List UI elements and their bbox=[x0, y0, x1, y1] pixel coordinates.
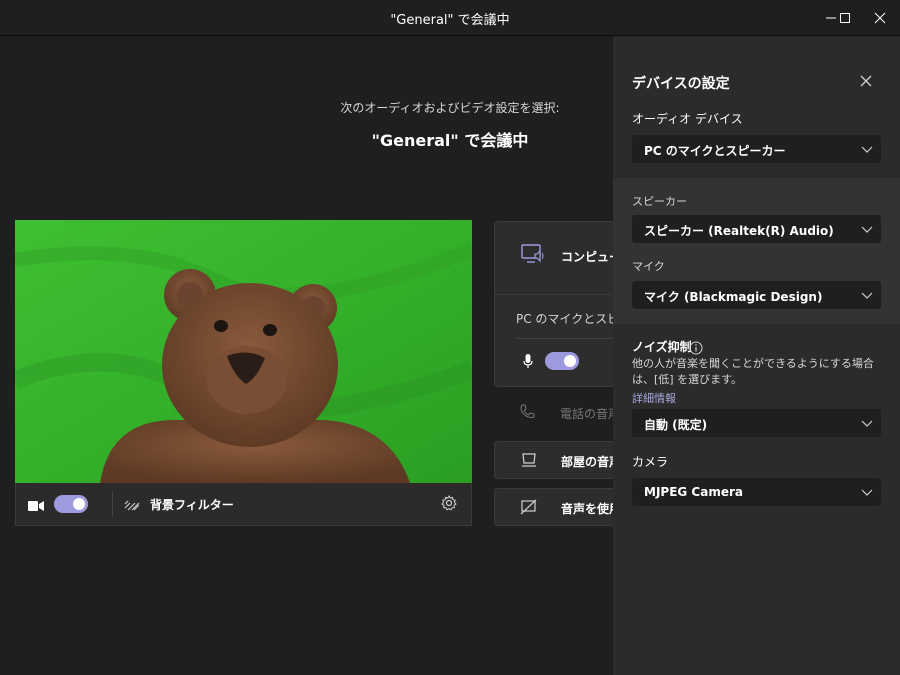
video-controls-bar: 背景フィルター bbox=[15, 483, 472, 526]
speaker-label: スピーカー bbox=[632, 195, 687, 208]
background-filter-icon[interactable] bbox=[124, 497, 140, 516]
phone-audio-label: 電話の音声 bbox=[560, 407, 621, 421]
microphone-icon bbox=[523, 353, 533, 372]
device-settings-title: デバイスの設定 bbox=[632, 76, 730, 92]
chevron-down-icon bbox=[861, 489, 873, 496]
camera-dropdown[interactable]: MJPEG Camera bbox=[632, 478, 881, 506]
mic-value: マイク (Blackmagic Design) bbox=[644, 290, 823, 304]
room-device-icon bbox=[520, 452, 538, 472]
chevron-down-icon bbox=[861, 146, 873, 153]
camera-icon bbox=[28, 497, 44, 516]
audio-device-value: PC のマイクとスピーカー bbox=[644, 144, 786, 158]
chevron-down-icon bbox=[861, 226, 873, 233]
camera-preview-image bbox=[15, 220, 472, 483]
background-filter-button[interactable]: 背景フィルター bbox=[150, 496, 234, 513]
chevron-down-icon bbox=[861, 420, 873, 427]
speaker-dropdown[interactable]: スピーカー (Realtek(R) Audio) bbox=[632, 215, 881, 243]
speaker-off-icon bbox=[520, 499, 538, 519]
speaker-value: スピーカー (Realtek(R) Audio) bbox=[644, 224, 834, 238]
mic-label: マイク bbox=[632, 260, 665, 273]
audio-device-dropdown[interactable]: PC のマイクとスピーカー bbox=[632, 135, 881, 163]
learn-more-link[interactable]: 詳細情報 bbox=[632, 390, 676, 406]
noise-suppression-description: 他の人が音楽を聞くことができるようにする場合は、[低] を選びます。 bbox=[632, 357, 874, 386]
camera-value: MJPEG Camera bbox=[644, 485, 743, 499]
window-title: "General" で会議中 bbox=[390, 13, 510, 28]
mic-dropdown[interactable]: マイク (Blackmagic Design) bbox=[632, 281, 881, 309]
camera-label: カメラ bbox=[632, 455, 669, 469]
noise-suppression-value: 自動 (既定) bbox=[644, 418, 708, 432]
device-settings-panel: デバイスの設定 オーディオ デバイス PC のマイクとスピーカー スピーカー ス… bbox=[613, 36, 900, 675]
maximize-icon bbox=[840, 13, 850, 23]
noise-suppression-label: ノイズ抑制 bbox=[632, 340, 692, 354]
close-window-button[interactable] bbox=[857, 0, 900, 36]
no-audio-label: 音声を使用 bbox=[561, 502, 622, 516]
camera-toggle[interactable] bbox=[54, 495, 88, 513]
close-settings-button[interactable] bbox=[859, 73, 873, 92]
divider bbox=[516, 338, 626, 339]
gear-icon[interactable] bbox=[441, 495, 457, 515]
close-icon bbox=[860, 75, 872, 87]
audio-device-label: オーディオ デバイス bbox=[632, 112, 743, 126]
monitor-speaker-icon bbox=[521, 244, 545, 270]
chevron-down-icon bbox=[861, 292, 873, 299]
noise-suppression-dropdown[interactable]: 自動 (既定) bbox=[632, 409, 881, 437]
microphone-toggle[interactable] bbox=[545, 352, 579, 370]
close-icon bbox=[874, 12, 886, 24]
title-bar: "General" で会議中 bbox=[0, 0, 900, 36]
video-preview bbox=[15, 220, 472, 483]
phone-icon bbox=[519, 404, 535, 424]
divider bbox=[112, 492, 113, 517]
room-audio-label: 部屋の音声 bbox=[561, 455, 622, 469]
